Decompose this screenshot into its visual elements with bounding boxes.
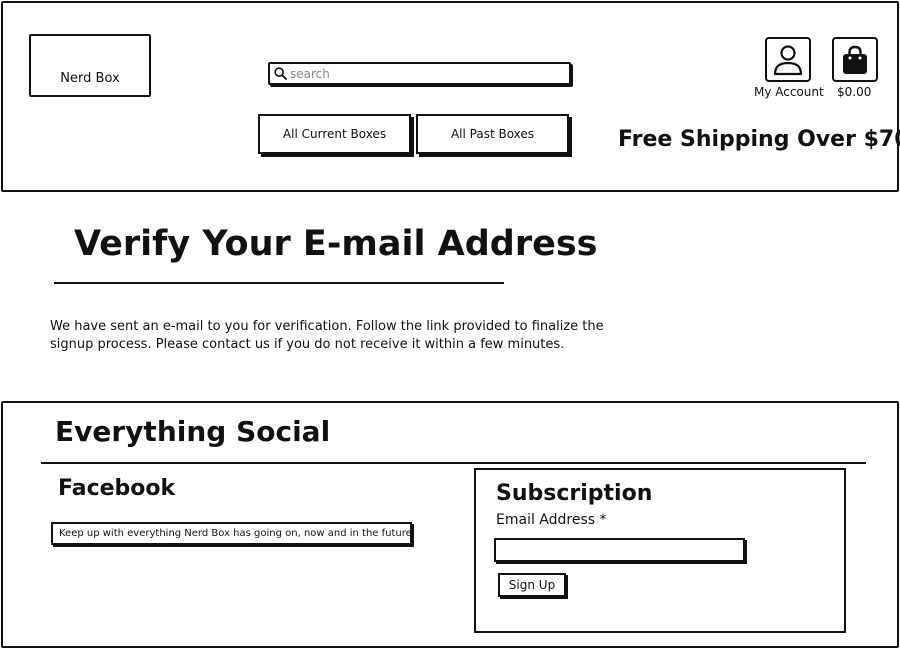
nav-all-current-boxes-button[interactable]: All Current Boxes	[258, 114, 411, 154]
sign-up-button[interactable]: Sign Up	[498, 573, 566, 597]
email-field[interactable]	[494, 538, 745, 562]
search-input[interactable]	[290, 66, 550, 81]
my-account-button[interactable]	[765, 37, 811, 82]
nav-all-past-boxes-button[interactable]: All Past Boxes	[416, 114, 569, 154]
facebook-heading: Facebook	[58, 476, 176, 501]
user-icon	[773, 44, 803, 75]
shopping-bag-icon	[843, 45, 867, 74]
site-logo[interactable]: Nerd Box	[29, 34, 151, 97]
my-account-label[interactable]: My Account	[754, 85, 824, 99]
cart-button[interactable]	[832, 37, 878, 82]
search-icon	[274, 67, 287, 80]
email-label: Email Address *	[496, 512, 607, 528]
search-bar[interactable]	[268, 62, 571, 85]
social-divider	[41, 462, 866, 464]
social-section-title: Everything Social	[55, 415, 331, 448]
page-title: Verify Your E-mail Address	[74, 224, 598, 264]
verification-message: We have sent an e-mail to you for verifi…	[50, 319, 604, 352]
facebook-feed-text: Keep up with everything Nerd Box has goi…	[59, 528, 412, 539]
cart-total[interactable]: $0.00	[837, 85, 871, 99]
title-divider	[54, 282, 504, 284]
subscription-heading: Subscription	[496, 481, 653, 506]
free-shipping-banner: Free Shipping Over $70	[618, 127, 900, 152]
logo-text: Nerd Box	[60, 71, 120, 86]
facebook-feed[interactable]: Keep up with everything Nerd Box has goi…	[51, 522, 412, 545]
